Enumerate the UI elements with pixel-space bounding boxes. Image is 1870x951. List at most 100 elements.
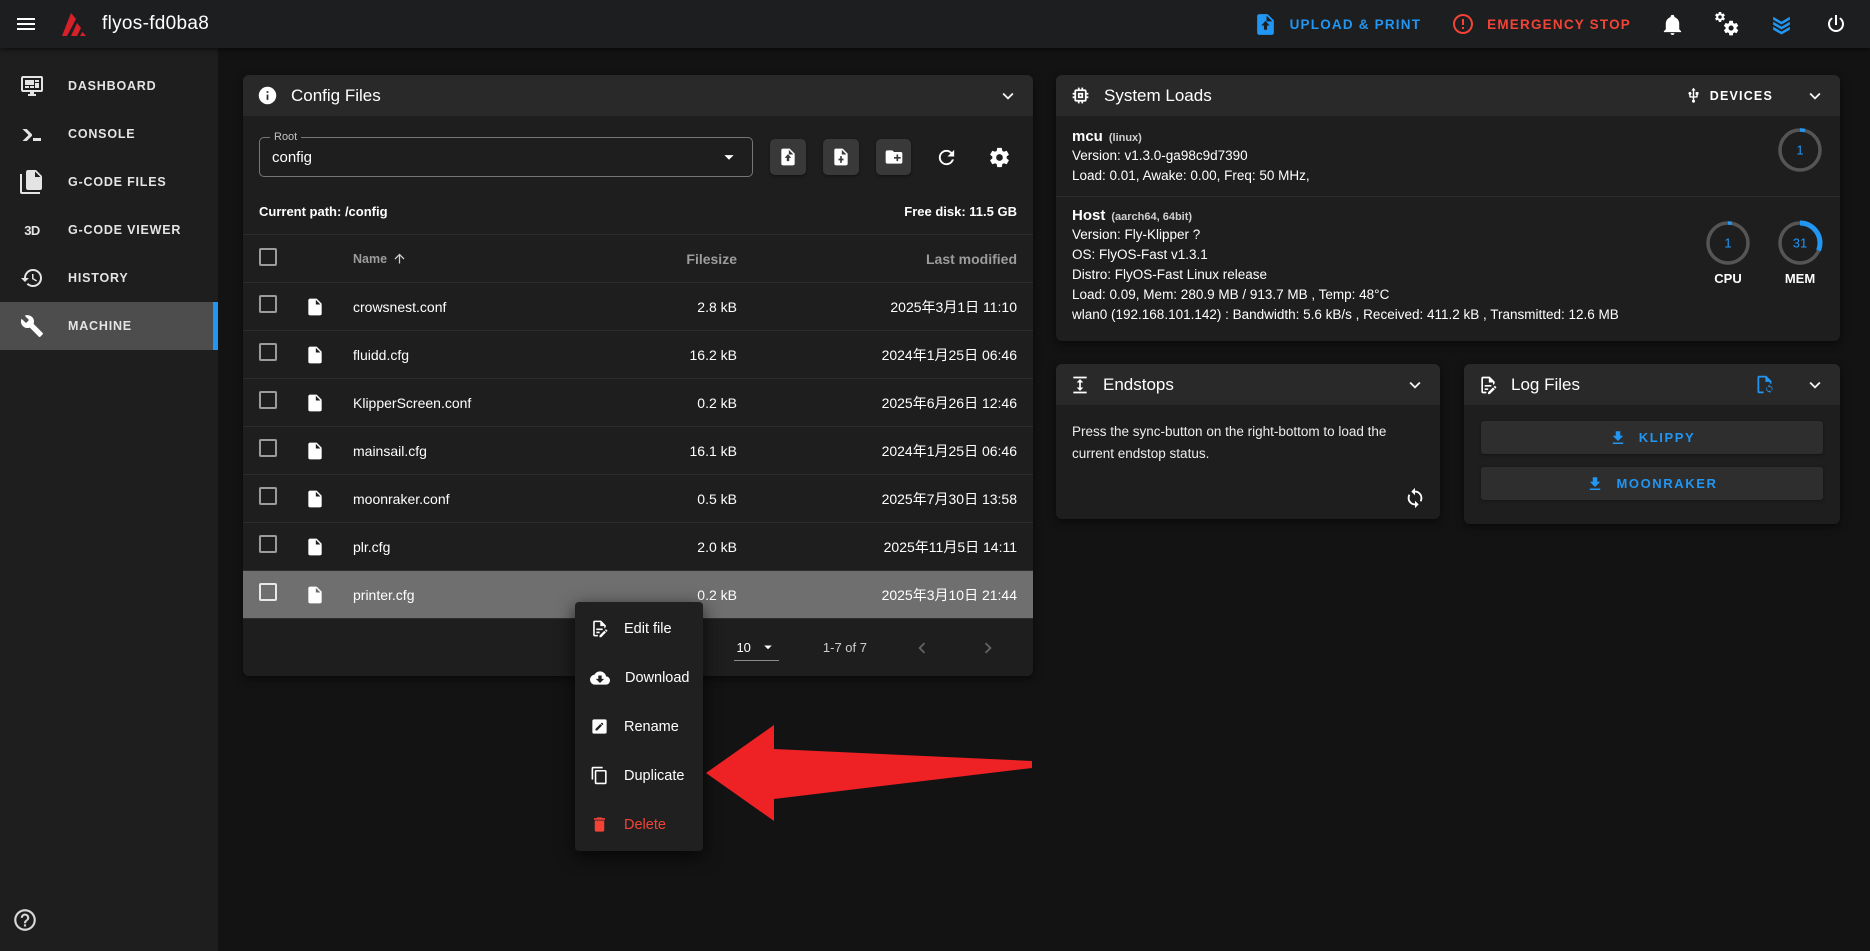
prev-page-icon[interactable] [911, 637, 933, 659]
file-icon [305, 345, 353, 365]
help-icon[interactable] [12, 907, 38, 933]
panel-title: System Loads [1104, 86, 1212, 106]
sort-by-name[interactable]: Name [353, 251, 587, 266]
chevron-down-icon[interactable] [1804, 374, 1826, 396]
path-row: Current path: /config Free disk: 11.5 GB [243, 177, 1033, 234]
mem-gauge: 31 MEM [1776, 219, 1824, 286]
endstops-message: Press the sync-button on the right-botto… [1072, 421, 1412, 465]
emergency-stop-button[interactable]: EMERGENCY STOP [1451, 12, 1631, 36]
history-icon [20, 266, 44, 290]
row-checkbox[interactable] [259, 439, 277, 457]
svg-text:31: 31 [1793, 236, 1807, 251]
download-moonraker-log-button[interactable]: MOONRAKER [1481, 467, 1823, 500]
config-files-panel: Config Files Root config Current path: /… [243, 75, 1033, 676]
sidebar-item-console[interactable]: CONSOLE [0, 110, 218, 158]
dashboard-icon [20, 74, 44, 98]
menu-icon[interactable] [14, 12, 38, 36]
system-loads-header: System Loads DEVICES [1056, 75, 1840, 116]
context-menu-delete[interactable]: Delete [575, 800, 703, 849]
row-checkbox[interactable] [259, 343, 277, 361]
context-menu-download[interactable]: Download [575, 653, 703, 702]
top-bar: flyos-fd0ba8 UPLOAD & PRINT EMERGENCY ST… [0, 0, 1870, 48]
row-checkbox[interactable] [259, 487, 277, 505]
svg-text:1: 1 [1796, 143, 1803, 158]
download-klippy-log-button[interactable]: KLIPPY [1481, 421, 1823, 454]
main-content: Config Files Root config Current path: /… [218, 48, 1870, 951]
row-checkbox[interactable] [259, 295, 277, 313]
app-title: flyos-fd0ba8 [102, 13, 209, 35]
svg-text:1: 1 [1724, 236, 1731, 251]
files-icon [20, 170, 44, 194]
chevron-down-icon[interactable] [997, 85, 1019, 107]
sidebar-item-dashboard[interactable]: DASHBOARD [0, 62, 218, 110]
devices-button[interactable]: DEVICES [1685, 87, 1773, 104]
cpu-gauge: 1 CPU [1704, 219, 1752, 286]
delete-icon [590, 815, 609, 834]
root-select[interactable]: Root config [259, 137, 753, 177]
next-page-icon[interactable] [977, 637, 999, 659]
context-menu-edit-file[interactable]: Edit file [575, 604, 703, 653]
config-files-header[interactable]: Config Files [243, 75, 1033, 116]
free-disk: Free disk: 11.5 GB [904, 204, 1017, 219]
file-icon [305, 297, 353, 317]
sidebar-item-gcode-viewer[interactable]: 3D G-CODE VIEWER [0, 206, 218, 254]
sidebar-item-gcode-files[interactable]: G-CODE FILES [0, 158, 218, 206]
col-last-modified[interactable]: Last modified [737, 251, 1017, 267]
file-sync-icon[interactable] [1754, 374, 1775, 395]
file-settings-button[interactable] [981, 139, 1017, 175]
usb-icon [1685, 87, 1702, 104]
sort-asc-icon [392, 251, 407, 266]
file-icon [305, 441, 353, 461]
upload-print-button[interactable]: UPLOAD & PRINT [1253, 12, 1422, 37]
select-all-checkbox[interactable] [259, 248, 277, 266]
cloud-download-icon [590, 668, 610, 688]
sidebar-item-machine[interactable]: MACHINE [0, 302, 218, 350]
table-row[interactable]: KlipperScreen.conf 0.2 kB 2025年6月26日 12:… [243, 378, 1033, 426]
power-icon[interactable] [1824, 12, 1848, 36]
panel-title: Config Files [291, 86, 381, 106]
file-context-menu: Edit file Download Rename Duplicate Dele… [575, 602, 703, 851]
notifications-bell-icon[interactable] [1661, 13, 1684, 36]
info-icon [257, 85, 278, 106]
download-icon [1609, 429, 1627, 447]
3d-icon: 3D [20, 223, 44, 238]
page-range: 1-7 of 7 [823, 640, 867, 655]
system-loads-panel: System Loads DEVICES mcu(linux) Version:… [1056, 75, 1840, 341]
alert-circle-icon [1451, 12, 1475, 36]
col-filesize[interactable]: Filesize [587, 251, 737, 267]
mcu-block: mcu(linux) Version: v1.3.0-ga98c9d7390 L… [1072, 128, 1824, 186]
upload-file-button[interactable] [770, 139, 806, 175]
row-checkbox[interactable] [259, 583, 277, 601]
panel-title: Log Files [1511, 375, 1580, 395]
layers-icon[interactable] [1769, 12, 1794, 37]
wrench-icon [20, 314, 44, 338]
file-icon [305, 537, 353, 557]
table-row[interactable]: moonraker.conf 0.5 kB 2025年7月30日 13:58 [243, 474, 1033, 522]
mcu-load-gauge: 1 [1776, 126, 1824, 174]
row-checkbox[interactable] [259, 391, 277, 409]
context-menu-rename[interactable]: Rename [575, 702, 703, 751]
chevron-down-icon[interactable] [1804, 85, 1826, 107]
endstops-panel: Endstops Press the sync-button on the ri… [1056, 364, 1440, 519]
table-row[interactable]: mainsail.cfg 16.1 kB 2024年1月25日 06:46 [243, 426, 1033, 474]
context-menu-duplicate[interactable]: Duplicate [575, 751, 703, 800]
table-row[interactable]: fluidd.cfg 16.2 kB 2024年1月25日 06:46 [243, 330, 1033, 378]
file-icon [305, 585, 353, 605]
sidebar-item-history[interactable]: HISTORY [0, 254, 218, 302]
sidebar: DASHBOARD CONSOLE G-CODE FILES 3D G-CODE… [0, 48, 218, 951]
system-loads-body: mcu(linux) Version: v1.3.0-ga98c9d7390 L… [1056, 116, 1840, 339]
topbar-actions: UPLOAD & PRINT EMERGENCY STOP [1253, 12, 1848, 37]
settings-gears-icon[interactable] [1714, 12, 1739, 37]
table-row[interactable]: crowsnest.conf 2.8 kB 2025年3月1日 11:10 [243, 282, 1033, 330]
create-folder-button[interactable] [876, 139, 912, 175]
create-file-button[interactable] [823, 139, 859, 175]
rows-per-page-select[interactable]: 10 [734, 634, 778, 661]
row-checkbox[interactable] [259, 535, 277, 553]
file-edit-icon [1478, 375, 1498, 395]
table-row[interactable]: plr.cfg 2.0 kB 2025年11月5日 14:11 [243, 522, 1033, 570]
file-upload-icon [1253, 12, 1278, 37]
app-logo [52, 8, 88, 40]
refresh-button[interactable] [928, 139, 964, 175]
sync-icon[interactable] [1404, 487, 1426, 509]
chevron-down-icon[interactable] [1404, 374, 1426, 396]
